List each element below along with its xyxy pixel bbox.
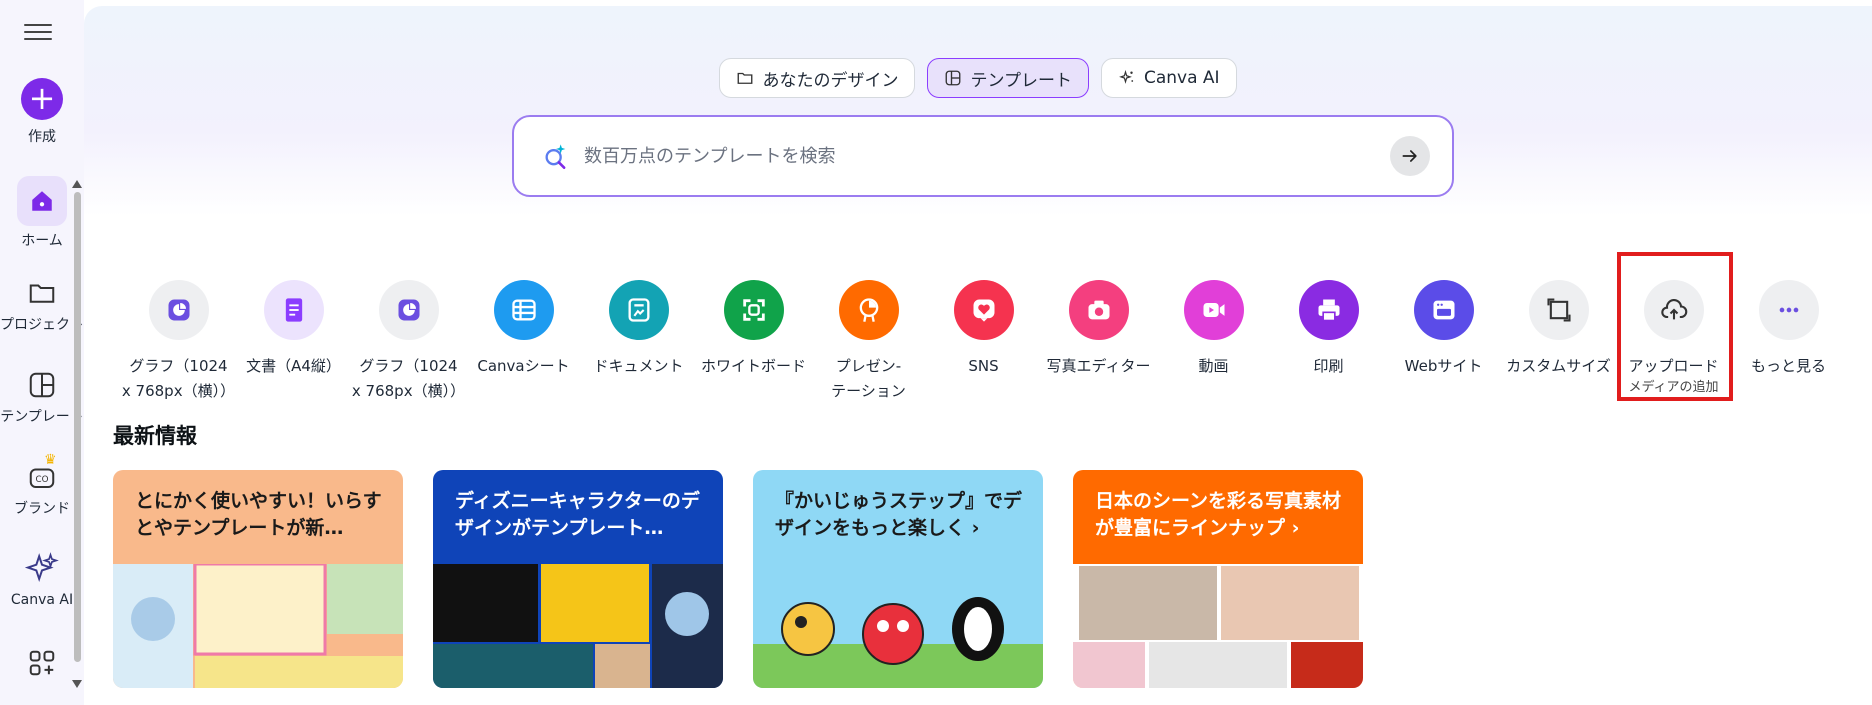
create-button[interactable]: + 作成: [0, 78, 84, 146]
card-title: 『かいじゅうステップ』でデザインをもっと楽しく ›: [775, 490, 1023, 539]
shortcut-label: グラフ（1024: [359, 357, 458, 375]
scroll-up-arrow[interactable]: [72, 180, 82, 188]
news-heading: 最新情報: [113, 424, 197, 448]
chart-icon: [378, 280, 439, 340]
sparkle-icon: [1119, 69, 1134, 84]
shortcut-resize[interactable]: カスタムサイズ: [1501, 280, 1616, 404]
video-icon: [1183, 280, 1244, 340]
news-card[interactable]: 『かいじゅうステップ』でデザインをもっと楽しく ›: [753, 470, 1043, 688]
template-icon: [946, 70, 961, 86]
print-icon: [1298, 280, 1359, 340]
sidebar-item-label: ブランド: [14, 501, 70, 517]
shortcut-label-line2: テーション: [831, 382, 906, 400]
upload-cloud-icon: [1643, 280, 1704, 340]
shortcut-label: アップロード: [1628, 357, 1719, 375]
shortcut-label-line2: x 768px（横））: [351, 382, 466, 400]
shortcut-sheet[interactable]: Canvaシート: [466, 280, 581, 404]
shortcut-heart[interactable]: SNS: [926, 280, 1041, 404]
shortcut-chart[interactable]: グラフ（1024 x 768px（横））: [351, 280, 466, 404]
shortcut-label: 文書（A4縦）: [246, 357, 341, 375]
shortcut-label: もっと見る: [1750, 357, 1826, 375]
folder-icon: [738, 72, 753, 84]
search-icon: [545, 144, 566, 169]
scroll-down-arrow[interactable]: [72, 680, 82, 688]
arrow-right-icon: [1402, 150, 1417, 162]
folder-icon: [29, 284, 55, 303]
shortcut-label: プレゼン-: [835, 357, 902, 375]
tab-label: テンプレート: [970, 70, 1072, 91]
sparkle-icon: [25, 552, 59, 583]
whiteboard-icon: [723, 280, 784, 340]
more-icon: [1758, 280, 1819, 340]
card-title: とにかく使いやすい！いらすとやテンプレートが新…: [135, 490, 382, 539]
card-image: [1073, 564, 1363, 688]
card-image: [113, 564, 403, 688]
shortcut-label: SNS: [968, 357, 999, 375]
home-icon: [17, 176, 67, 226]
sidebar-item-label: ホーム: [21, 233, 63, 249]
tab-canva-ai[interactable]: Canva AI: [1100, 58, 1237, 98]
camera-icon: [1068, 280, 1129, 340]
brand-icon: CO: [29, 468, 55, 488]
card-image: [753, 597, 1043, 688]
shortcut-label: ドキュメント: [593, 357, 684, 375]
website-icon: [1413, 280, 1474, 340]
sidebar-item-label: Canva AI: [10, 592, 74, 608]
chart-icon: [148, 280, 209, 340]
hero-tabs: あなたのデザイン テンプレート Canva AI: [84, 58, 1872, 98]
tab-your-designs[interactable]: あなたのデザイン: [719, 58, 916, 98]
shortcut-label: グラフ（1024: [129, 357, 228, 375]
shortcut-print[interactable]: 印刷: [1271, 280, 1386, 404]
shortcut-website[interactable]: Webサイト: [1386, 280, 1501, 404]
shortcut-chart[interactable]: グラフ（1024 x 768px（横））: [121, 280, 236, 404]
card-image: [433, 564, 723, 688]
document-icon: [608, 280, 669, 340]
card-title: ディズニーキャラクターのデザインがテンプレート…: [455, 490, 700, 539]
vertical-scrollbar[interactable]: [71, 178, 83, 690]
resize-icon: [1528, 280, 1589, 340]
apps-icon: [29, 650, 55, 676]
create-label: 作成: [28, 129, 56, 145]
shortcut-label: Canvaシート: [477, 357, 570, 375]
news-card[interactable]: 日本のシーンを彩る写真素材が豊富にラインナップ ›: [1073, 470, 1363, 688]
shortcut-label: ホワイトボード: [700, 357, 806, 375]
tab-label: Canva AI: [1143, 68, 1220, 88]
shortcut-doc[interactable]: 文書（A4縦）: [236, 280, 351, 404]
template-icon: [29, 372, 55, 398]
doc-icon: [263, 280, 324, 340]
shortcut-whiteboard[interactable]: ホワイトボード: [696, 280, 811, 404]
presentation-icon: [838, 280, 899, 340]
svg-text:CO: CO: [36, 475, 49, 485]
shortcut-camera[interactable]: 写真エディター: [1041, 280, 1156, 404]
card-title: 日本のシーンを彩る写真素材が豊富にラインナップ ›: [1095, 490, 1342, 539]
shortcut-label: 動画: [1198, 357, 1229, 375]
shortcut-label: 印刷: [1313, 357, 1344, 375]
shortcut-label: カスタムサイズ: [1506, 357, 1611, 375]
shortcut-label-line2: メディアの追加: [1628, 380, 1719, 395]
design-type-shortcuts: グラフ（1024 x 768px（横）） 文書（A4縦） グラフ（1024 x 768p…: [121, 280, 1846, 404]
shortcut-upload-cloud[interactable]: アップロード メディアの追加: [1616, 280, 1731, 404]
template-search-bar[interactable]: [512, 115, 1454, 197]
heart-icon: [953, 280, 1014, 340]
shortcut-more[interactable]: もっと見る: [1731, 280, 1846, 404]
shortcut-label-line2: x 768px（横））: [121, 382, 236, 400]
sheet-icon: [493, 280, 554, 340]
tab-templates[interactable]: テンプレート: [927, 58, 1089, 98]
shortcut-label: 写真エディター: [1046, 357, 1151, 375]
news-card[interactable]: ディズニーキャラクターのデザインがテンプレート…: [433, 470, 723, 688]
shortcut-presentation[interactable]: プレゼン- テーション: [811, 280, 926, 404]
shortcut-document[interactable]: ドキュメント: [581, 280, 696, 404]
news-cards: とにかく使いやすい！いらすとやテンプレートが新… ディズニーキャラクターのデザイ…: [113, 470, 1363, 688]
search-submit-button[interactable]: [1390, 136, 1430, 176]
tab-label: あなたのデザイン: [762, 70, 899, 91]
shortcut-video[interactable]: 動画: [1156, 280, 1271, 404]
scrollbar-thumb[interactable]: [74, 192, 81, 662]
plus-icon: +: [21, 78, 63, 120]
news-card[interactable]: とにかく使いやすい！いらすとやテンプレートが新…: [113, 470, 403, 688]
menu-icon[interactable]: [24, 19, 52, 43]
shortcut-label: Webサイト: [1404, 357, 1483, 375]
search-input[interactable]: [584, 145, 1390, 167]
